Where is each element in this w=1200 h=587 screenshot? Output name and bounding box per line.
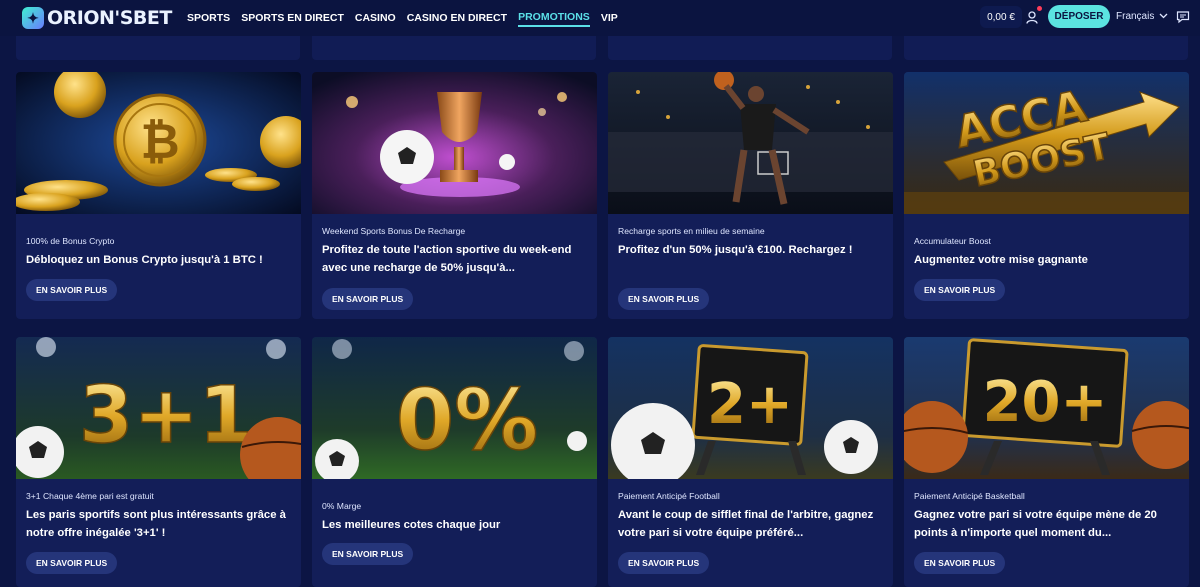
language-label: Français	[1116, 11, 1155, 22]
promo-card-three-plus-one[interactable]: 3+1 3+1 Chaque 4ème pari est gratuit Les…	[16, 337, 301, 587]
chevron-down-icon	[1159, 11, 1168, 22]
promo-category: Accumulateur Boost	[914, 236, 991, 246]
promo-title: Avant le coup de sifflet final de l'arbi…	[618, 509, 874, 539]
two-plus-text: 2+	[707, 372, 793, 437]
promo-card-early-payout-basketball[interactable]: 20+ Paiement Anticipé Basketball Gagnez …	[904, 337, 1189, 587]
promo-image-twenty-plus: 20+	[904, 337, 1189, 479]
learn-more-button[interactable]: EN SAVOIR PLUS	[618, 288, 710, 310]
logo-star-icon: ✦	[22, 7, 44, 29]
twenty-plus-text: 20+	[983, 370, 1108, 435]
learn-more-button[interactable]: EN SAVOIR PLUS	[322, 543, 414, 565]
promo-title: Gagnez votre pari si votre équipe mène d…	[914, 509, 1157, 539]
promo-title: Augmentez votre mise gagnante	[914, 254, 1088, 266]
chat-icon[interactable]	[1176, 10, 1190, 24]
promo-category: 3+1 Chaque 4ème pari est gratuit	[26, 491, 154, 501]
three-plus-one-text: 3+1	[79, 371, 253, 461]
main-nav: SPORTS SPORTS EN DIRECT CASINO CASINO EN…	[187, 0, 618, 36]
notification-dot	[1037, 6, 1042, 11]
language-select[interactable]: Français	[1116, 11, 1168, 22]
nav-casino[interactable]: CASINO	[355, 10, 396, 26]
learn-more-button[interactable]: EN SAVOIR PLUS	[914, 279, 1006, 301]
balance-display[interactable]: 0,00 €	[980, 6, 1022, 28]
promo-title: Profitez d'un 50% jusqu'à €100. Recharge…	[618, 244, 853, 256]
logo-text: ORION'SBET	[47, 7, 172, 29]
top-navigation-bar: ✦ ORION'SBET SPORTS SPORTS EN DIRECT CAS…	[0, 0, 1200, 36]
promo-category: Weekend Sports Bonus De Recharge	[322, 226, 466, 236]
promo-image-crypto-coins: ₿	[16, 72, 301, 214]
nav-promotions[interactable]: PROMOTIONS	[518, 9, 590, 27]
promo-card-weekend-reload[interactable]: Weekend Sports Bonus De Recharge Profite…	[312, 72, 597, 319]
learn-more-button[interactable]: EN SAVOIR PLUS	[26, 279, 118, 301]
promo-image-zero-percent: 0%	[312, 337, 597, 479]
promo-card-crypto[interactable]: ₿ 100% de Bonus Crypto Débloquez un Bonu…	[16, 72, 301, 319]
svg-text:₿: ₿	[140, 114, 179, 170]
promo-card-zero-margin[interactable]: 0% 0% Marge Les meilleures cotes chaque …	[312, 337, 597, 587]
promo-image-two-plus: 2+	[608, 337, 893, 479]
promo-card-midweek-reload[interactable]: Recharge sports en milieu de semaine Pro…	[608, 72, 893, 319]
promo-image-acca-boost: ACCA BOOST	[904, 72, 1189, 214]
promo-title: Les paris sportifs sont plus intéressant…	[26, 509, 286, 539]
promo-card-acca-boost[interactable]: ACCA BOOST Accumulateur Boost Augmentez …	[904, 72, 1189, 319]
logo[interactable]: ✦ ORION'SBET	[22, 7, 172, 29]
promo-category: Paiement Anticipé Football	[618, 491, 720, 501]
nav-vip[interactable]: VIP	[601, 10, 618, 26]
nav-sports[interactable]: SPORTS	[187, 10, 230, 26]
promo-category: Recharge sports en milieu de semaine	[618, 226, 765, 236]
nav-live-sports[interactable]: SPORTS EN DIRECT	[241, 10, 344, 26]
promo-image-three-plus-one: 3+1	[16, 337, 301, 479]
zero-percent-text: 0%	[396, 371, 539, 469]
promo-card-early-payout-football[interactable]: 2+ Paiement Anticipé Football Avant le c…	[608, 337, 893, 587]
promo-category: 100% de Bonus Crypto	[26, 236, 115, 246]
promo-category: 0% Marge	[322, 501, 362, 511]
nav-live-casino[interactable]: CASINO EN DIRECT	[407, 10, 507, 26]
learn-more-button[interactable]: EN SAVOIR PLUS	[322, 288, 414, 310]
promo-title: Débloquez un Bonus Crypto jusqu'à 1 BTC …	[26, 254, 263, 266]
promo-title: Profitez de toute l'action sportive du w…	[322, 244, 572, 274]
promo-image-trophy-football	[312, 72, 597, 214]
promo-image-basketball-player	[608, 72, 893, 214]
promo-category: Paiement Anticipé Basketball	[914, 491, 1025, 501]
promo-title: Les meilleures cotes chaque jour	[322, 519, 501, 531]
deposit-button[interactable]: DÉPOSER	[1048, 5, 1110, 28]
